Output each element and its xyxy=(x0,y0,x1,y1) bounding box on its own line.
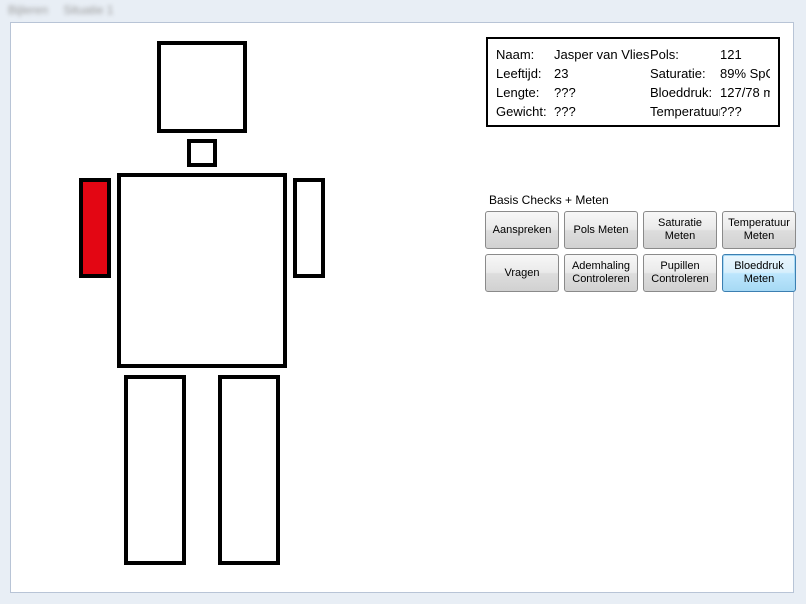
patient-info-box: Naam: Jasper van Vlies Pols: 121 Leeftij… xyxy=(486,37,780,127)
main-panel: Naam: Jasper van Vlies Pols: 121 Leeftij… xyxy=(10,22,794,593)
menu-item-1[interactable]: Bijleren xyxy=(8,3,48,17)
figure-neck[interactable] xyxy=(187,139,217,167)
value-saturatie: 89% SpO2 xyxy=(720,64,770,83)
pols-meten-button[interactable]: Pols Meten xyxy=(564,211,638,249)
value-lengte: ??? xyxy=(554,83,650,102)
figure-head[interactable] xyxy=(157,41,247,133)
label-lengte: Lengte: xyxy=(496,83,554,102)
label-naam: Naam: xyxy=(496,45,554,64)
label-bloeddruk: Bloeddruk: xyxy=(650,83,720,102)
figure-right-upper-arm[interactable] xyxy=(79,178,111,278)
value-pols: 121 xyxy=(720,45,770,64)
aanspreken-button[interactable]: Aanspreken xyxy=(485,211,559,249)
value-naam: Jasper van Vlies xyxy=(554,45,650,64)
bloeddruk-meten-button[interactable]: Bloeddruk Meten xyxy=(722,254,796,292)
button-group-title: Basis Checks + Meten xyxy=(489,193,609,207)
label-gewicht: Gewicht: xyxy=(496,102,554,121)
label-pols: Pols: xyxy=(650,45,720,64)
saturatie-meten-button[interactable]: Saturatie Meten xyxy=(643,211,717,249)
menu-item-2[interactable]: Situatie 1 xyxy=(63,3,113,17)
vragen-button[interactable]: Vragen xyxy=(485,254,559,292)
value-bloeddruk: 127/78 mmHg xyxy=(720,83,770,102)
value-gewicht: ??? xyxy=(554,102,650,121)
value-leeftijd: 23 xyxy=(554,64,650,83)
temperatuur-meten-button[interactable]: Temperatuur Meten xyxy=(722,211,796,249)
ademhaling-controleren-button[interactable]: Ademhaling Controleren xyxy=(564,254,638,292)
label-leeftijd: Leeftijd: xyxy=(496,64,554,83)
figure-right-leg[interactable] xyxy=(124,375,186,565)
button-grid: Aanspreken Pols Meten Saturatie Meten Te… xyxy=(485,211,796,292)
figure-torso[interactable] xyxy=(117,173,287,368)
pupillen-controleren-button[interactable]: Pupillen Controleren xyxy=(643,254,717,292)
value-temperatuur: ??? xyxy=(720,102,770,121)
figure-left-upper-arm[interactable] xyxy=(293,178,325,278)
label-temperatuur: Temperatuur xyxy=(650,102,720,121)
label-saturatie: Saturatie: xyxy=(650,64,720,83)
figure-left-leg[interactable] xyxy=(218,375,280,565)
